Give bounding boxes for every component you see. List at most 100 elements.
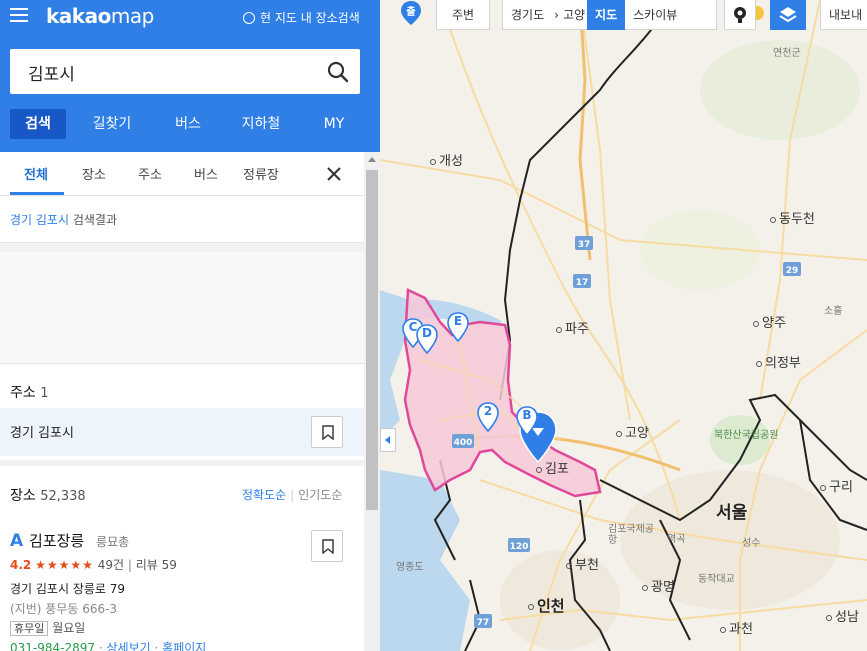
- address-result-item[interactable]: 경기 김포시: [0, 408, 364, 456]
- map-pin-e[interactable]: E: [447, 312, 469, 343]
- active-tab-indicator: [10, 192, 64, 195]
- tab-subway[interactable]: 지하철: [218, 109, 304, 139]
- scroll-up-icon[interactable]: [368, 157, 376, 162]
- panel-scrollbar[interactable]: [364, 152, 380, 651]
- map-mode-button[interactable]: 지도: [587, 0, 626, 30]
- nearby-label: 주변: [451, 8, 475, 22]
- search-panel: kakaomap 현 지도 내 장소검색 검색 길찾기 버스 지하철 MY 전체…: [0, 0, 380, 651]
- skyview-mode-button[interactable]: 스카이뷰: [625, 6, 685, 23]
- address-count: 1: [40, 386, 49, 401]
- nearby-button[interactable]: 주변: [436, 0, 490, 30]
- map-pin-2[interactable]: 2: [477, 402, 499, 433]
- map-label-dongducheon[interactable]: 동두천: [770, 208, 815, 227]
- place-category: 릉묘총: [96, 535, 130, 549]
- map-label-airport[interactable]: 김포국제공항: [608, 524, 656, 546]
- road-number-77: 77: [477, 618, 490, 628]
- closed-day: 월요일: [52, 621, 86, 635]
- map-label-incheon[interactable]: 인천: [528, 595, 565, 616]
- sort-accuracy[interactable]: 정확도순: [242, 488, 286, 502]
- rating-count[interactable]: 49건: [98, 558, 124, 572]
- place-lot-address: (지번) 풍무동 666-3: [10, 602, 118, 616]
- panel-header: kakaomap 현 지도 내 장소검색 검색 길찾기 버스 지하철 MY: [0, 0, 380, 152]
- review-link[interactable]: 리뷰 59: [136, 558, 177, 572]
- map-label-dongjak[interactable]: 동작대교: [698, 570, 735, 585]
- map-label-guri[interactable]: 구리: [820, 476, 853, 495]
- section-divider: [0, 242, 364, 252]
- place-hours-row: 휴무일 월요일: [10, 619, 85, 636]
- map-label-paju[interactable]: 파주: [556, 318, 589, 337]
- breadcrumb-suffix: 검색결과: [69, 213, 117, 227]
- filter-tab-place[interactable]: 장소: [82, 164, 106, 183]
- map-label-seoul[interactable]: 서울: [716, 498, 747, 523]
- filter-tab-address[interactable]: 주소: [138, 164, 162, 183]
- roadview-button[interactable]: [724, 0, 756, 30]
- address-result-label[interactable]: 경기 김포시: [10, 422, 74, 441]
- map-area-search-option[interactable]: 현 지도 내 장소검색: [243, 9, 360, 26]
- map-pin-b[interactable]: B: [516, 406, 538, 437]
- tab-bus[interactable]: 버스: [158, 109, 218, 139]
- collapse-panel-button[interactable]: [380, 428, 396, 452]
- map-view[interactable]: 37 17 29 400 120 77 C D E 2 B 개성 연천군 동두천…: [380, 0, 867, 651]
- homepage-link[interactable]: 홈페이지: [162, 641, 206, 651]
- map-label-gaeseong[interactable]: 개성: [430, 150, 463, 169]
- map-label-yeongjong[interactable]: 영종도: [396, 558, 424, 573]
- menu-icon[interactable]: [10, 8, 28, 24]
- place-section-title: 장소 52,338: [10, 485, 86, 505]
- map-label-goyang[interactable]: 고양: [616, 422, 649, 441]
- map-area-search-label: 현 지도 내 장소검색: [260, 11, 360, 25]
- layers-icon: [779, 6, 797, 22]
- map-label-gwacheon[interactable]: 과천: [720, 618, 753, 637]
- pin-label-d: D: [422, 326, 432, 340]
- map-label-gwangmyeong[interactable]: 광명: [642, 576, 675, 595]
- tab-my[interactable]: MY: [304, 109, 364, 139]
- map-label-soheul[interactable]: 소흘: [824, 302, 842, 317]
- map-label-bukhansan[interactable]: 북한산국립공원: [714, 430, 784, 441]
- scroll-thumb[interactable]: [366, 170, 378, 510]
- share-button[interactable]: 내보내: [820, 0, 867, 30]
- map-label-seongsu[interactable]: 성수: [742, 534, 760, 549]
- filter-tab-stop[interactable]: 정류장: [243, 164, 279, 183]
- road-number-17: 17: [576, 278, 589, 288]
- radio-icon[interactable]: [243, 11, 255, 24]
- main-tabs: 검색 길찾기 버스 지하철 MY: [10, 108, 370, 140]
- place-title-row: A 김포장릉 릉묘총: [10, 530, 129, 551]
- place-marker-letter: A: [10, 531, 24, 551]
- detail-link[interactable]: 상세보기: [107, 641, 151, 651]
- breadcrumb-region[interactable]: 경기 김포시: [10, 213, 69, 227]
- bookmark-icon: [322, 539, 334, 554]
- place-contact-row: 031-984-2897 · 상세보기 · 홈페이지: [10, 639, 206, 651]
- filter-tab-bus[interactable]: 버스: [194, 164, 218, 183]
- layers-button[interactable]: [770, 0, 806, 30]
- filter-tab-all[interactable]: 전체: [24, 164, 48, 183]
- sort-popular[interactable]: 인기도순: [298, 488, 342, 502]
- map-label-yangju[interactable]: 양주: [753, 312, 786, 331]
- start-location-button[interactable]: 출: [400, 0, 422, 26]
- tab-search[interactable]: 검색: [10, 109, 66, 139]
- close-icon[interactable]: [326, 166, 342, 182]
- region-path-city[interactable]: 고양: [561, 6, 587, 23]
- place-phone[interactable]: 031-984-2897: [10, 641, 95, 651]
- start-badge: 출: [406, 7, 416, 18]
- place-bookmark-button[interactable]: [311, 530, 343, 562]
- tab-directions[interactable]: 길찾기: [66, 109, 158, 139]
- search-input[interactable]: [28, 59, 308, 85]
- map-label-yeoncheon[interactable]: 연천군: [773, 44, 801, 59]
- map-label-bucheon[interactable]: 부천: [566, 554, 599, 573]
- bookmark-icon: [322, 425, 334, 440]
- place-rating: 4.2: [10, 558, 32, 572]
- road-number-120: 120: [510, 542, 529, 552]
- map-label-seongnam[interactable]: 성남: [826, 606, 859, 625]
- address-bookmark-button[interactable]: [311, 416, 343, 448]
- place-address: 경기 김포시 장릉로 79: [10, 582, 126, 596]
- search-icon[interactable]: [326, 60, 350, 84]
- map-label-yeokgok[interactable]: 역곡: [667, 530, 685, 545]
- place-name[interactable]: 김포장릉: [29, 532, 84, 550]
- map-pin-d[interactable]: D: [416, 324, 438, 355]
- region-path-province[interactable]: 경기도: [503, 6, 552, 23]
- rating-stars-icon: ★★★★★: [35, 558, 94, 572]
- map-label-gimpo[interactable]: 김포: [536, 458, 569, 477]
- map-label-uijeongbu[interactable]: 의정부: [756, 352, 801, 371]
- roadview-icon: [734, 6, 746, 23]
- pin-label-2: 2: [483, 404, 493, 418]
- kakaomap-logo[interactable]: kakaomap: [46, 4, 154, 28]
